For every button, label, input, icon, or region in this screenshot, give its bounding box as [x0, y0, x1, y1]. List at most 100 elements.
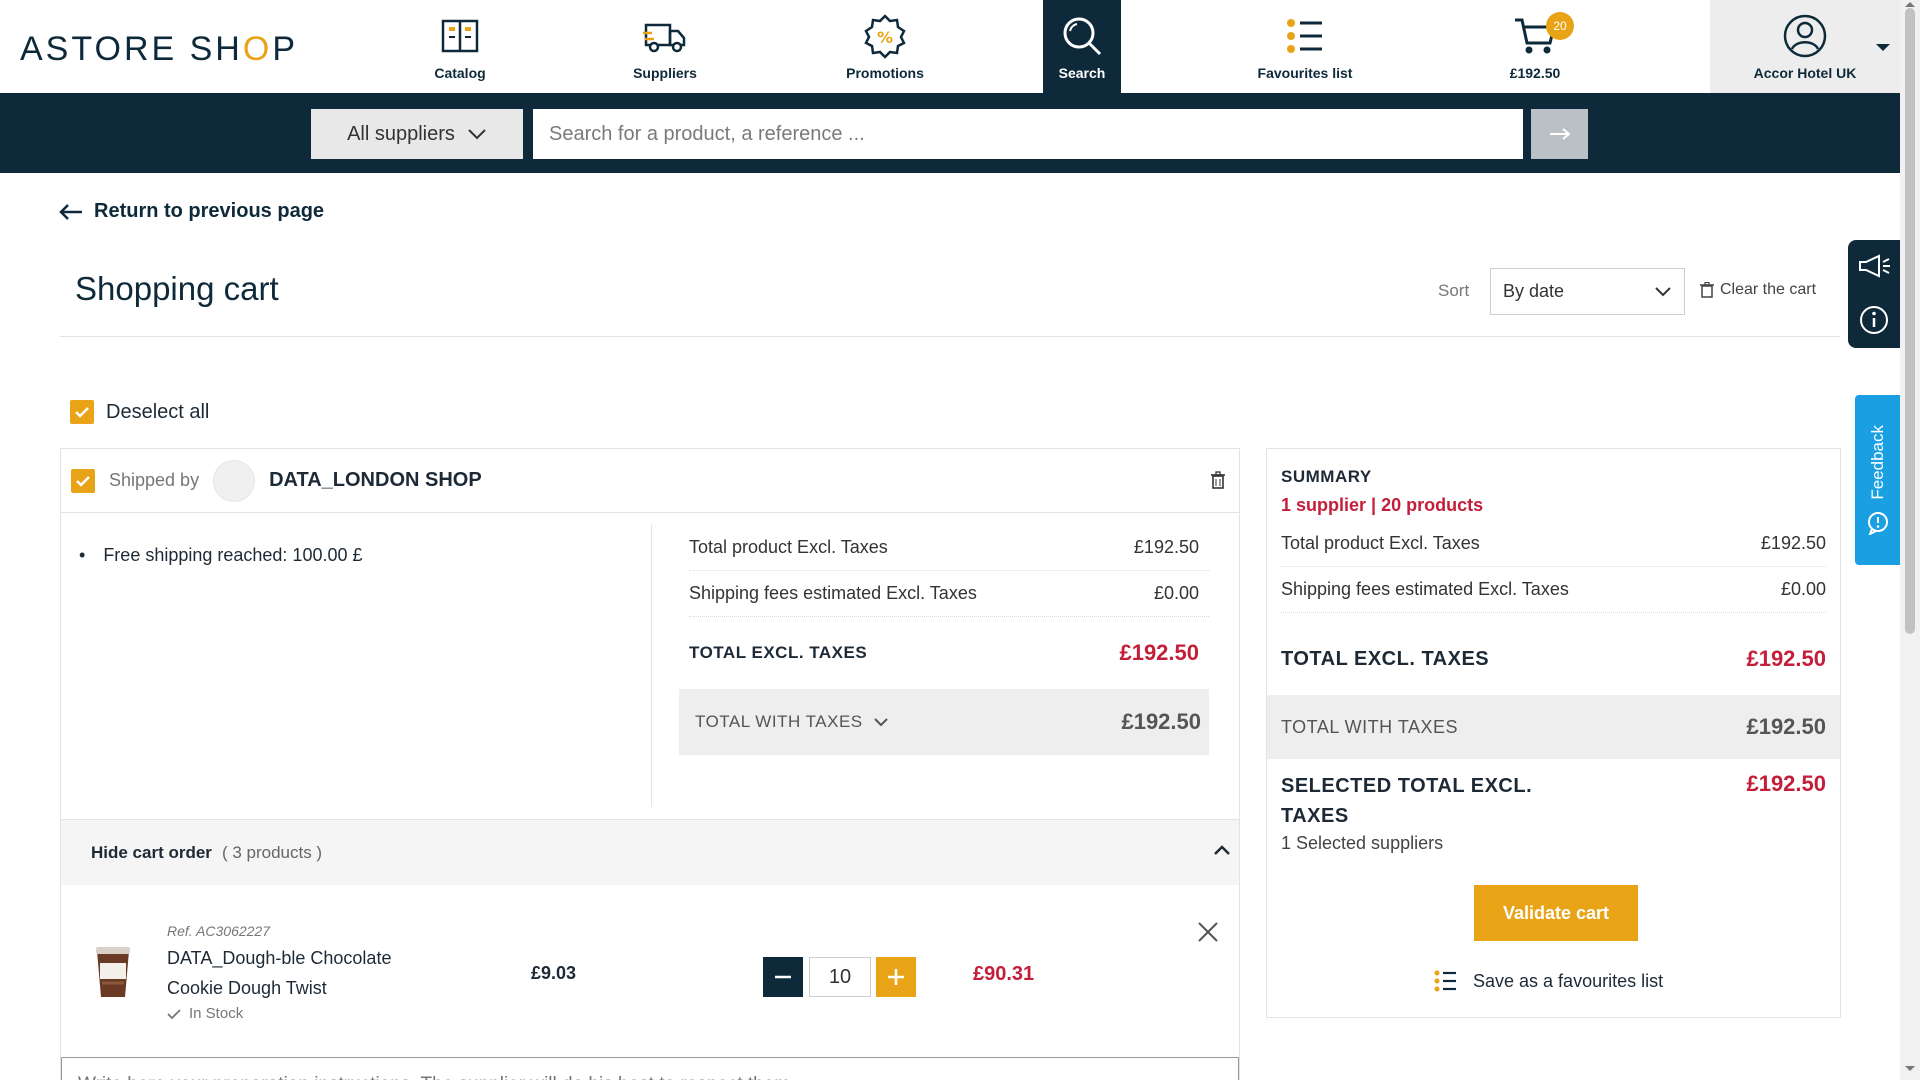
side-widget-panel [1848, 240, 1900, 348]
return-link[interactable]: Return to previous page [58, 200, 324, 223]
product-image[interactable] [93, 945, 133, 1001]
nav-catalog[interactable]: Catalog [405, 0, 515, 93]
chevron-down-icon [873, 718, 888, 727]
account-name: Accor Hotel UK [1753, 64, 1857, 81]
nav-promotions-label: Promotions [846, 64, 924, 81]
arrow-left-icon [59, 203, 82, 220]
supplier-totals: Total product Excl. Taxes £192.50 Shippi… [679, 525, 1209, 755]
supplier-filter-value: All suppliers [347, 122, 455, 145]
supplier-header: Shipped by DATA_LONDON SHOP [61, 449, 1239, 513]
chevron-up-icon [1214, 845, 1230, 855]
nav-favourites[interactable]: Favourites list [1245, 0, 1365, 93]
nav-catalog-label: Catalog [434, 64, 486, 81]
search-submit-button[interactable] [1531, 109, 1588, 159]
hide-cart-order-toggle[interactable]: Hide cart order ( 3 products ) [61, 819, 1239, 885]
value: £192.50 [1746, 646, 1826, 671]
label: Total product Excl. Taxes [1281, 533, 1480, 553]
sort-value: By date [1503, 281, 1565, 301]
cart-amount: £192.50 [1509, 64, 1561, 81]
save-as-favourites-button[interactable]: Save as a favourites list [1433, 969, 1663, 993]
arrow-right-icon [1549, 128, 1571, 140]
checkmark-icon [75, 407, 89, 418]
quantity-input[interactable] [809, 957, 871, 997]
supplier-total-product-row: Total product Excl. Taxes £192.50 [689, 525, 1209, 571]
top-navigation-bar: ASTORE SHOP Catalog Suppliers % Promotio… [0, 0, 1900, 93]
favourites-list-icon [1287, 18, 1322, 53]
validate-cart-button[interactable]: Validate cart [1474, 885, 1638, 941]
summary-title: SUMMARY [1281, 467, 1372, 486]
checkbox-checked[interactable] [70, 400, 94, 424]
nav-search-label: Search [1058, 64, 1106, 81]
summary-subtitle: 1 supplier | 20 products [1281, 495, 1484, 515]
supplier-cart-section: Shipped by DATA_LONDON SHOP • Free shipp… [60, 448, 1240, 1080]
feedback-tab[interactable]: Feedback [1855, 395, 1900, 565]
product-name[interactable]: DATA_Dough-ble Chocolate Cookie Dough Tw… [167, 943, 447, 1003]
scrollbar-thumb[interactable] [1905, 8, 1915, 634]
order-summary-panel: SUMMARY 1 supplier | 20 products Total p… [1266, 448, 1841, 1018]
decrease-quantity-button[interactable] [763, 957, 803, 997]
label: Total product Excl. Taxes [689, 537, 888, 557]
page-title: Shopping cart [75, 270, 279, 307]
return-label: Return to previous page [94, 200, 325, 222]
free-shipping-text: Free shipping reached: 100.00 £ [103, 545, 363, 565]
deselect-all-label: Deselect all [106, 400, 210, 423]
label: SELECTED TOTAL EXCL. TAXES [1281, 775, 1533, 827]
nav-cart[interactable]: 20 £192.50 [1490, 0, 1580, 93]
plus-icon [888, 969, 904, 985]
scroll-down-arrow-icon[interactable] [1905, 1066, 1915, 1071]
value: £0.00 [1780, 579, 1826, 599]
label: TOTAL WITH TAXES [695, 712, 863, 731]
info-icon[interactable] [1859, 305, 1889, 335]
megaphone-icon[interactable] [1857, 253, 1891, 278]
caret-down-icon [1876, 44, 1890, 51]
value: £192.50 [1133, 537, 1199, 557]
supplier-filter-dropdown[interactable]: All suppliers [311, 109, 523, 159]
stock-label: In Stock [189, 1005, 244, 1022]
supplier-total-with-taxes-toggle[interactable]: TOTAL WITH TAXES £192.50 [679, 689, 1209, 755]
summary-shipping-row: Shipping fees estimated Excl. Taxes £0.0… [1281, 567, 1826, 613]
label: TOTAL WITH TAXES [1281, 716, 1459, 737]
scroll-up-arrow-icon[interactable] [1905, 2, 1915, 7]
label: TOTAL EXCL. TAXES [1281, 647, 1490, 670]
checkmark-icon [167, 1008, 181, 1019]
save-fav-label: Save as a favourites list [1473, 970, 1664, 991]
clear-cart-button[interactable]: Clear the cart [1700, 281, 1816, 299]
favourites-list-icon [1434, 970, 1456, 992]
search-band: All suppliers [0, 93, 1900, 173]
account-menu[interactable]: Accor Hotel UK [1710, 0, 1900, 93]
sort-label: Sort [1438, 281, 1470, 300]
selected-suppliers-count: 1 Selected suppliers [1281, 833, 1444, 853]
shipped-by-label: Shipped by [109, 470, 200, 490]
trash-icon [1700, 282, 1714, 298]
supplier-shipping-row: Shipping fees estimated Excl. Taxes £0.0… [689, 571, 1209, 617]
catalog-icon [441, 19, 479, 52]
divider [651, 525, 652, 807]
summary-total-product-row: Total product Excl. Taxes £192.50 [1281, 521, 1826, 567]
value: £192.50 [1746, 714, 1826, 739]
chevron-down-icon [468, 129, 486, 140]
deselect-all-toggle[interactable]: Deselect all [70, 400, 209, 424]
user-avatar-icon [1783, 14, 1827, 57]
supplier-checkbox[interactable] [71, 468, 95, 493]
hide-order-label: Hide cart order [91, 842, 212, 862]
close-icon[interactable] [1197, 921, 1219, 943]
increase-quantity-button[interactable] [876, 957, 916, 997]
product-count: ( 3 products ) [221, 842, 323, 862]
preparation-instructions-field[interactable] [61, 1057, 1239, 1080]
value: £192.50 [1760, 533, 1826, 553]
free-shipping-notice: • Free shipping reached: 100.00 £ [79, 545, 363, 566]
value: £192.50 [1121, 709, 1201, 734]
clear-cart-label: Clear the cart [1720, 281, 1817, 298]
store-logo[interactable]: ASTORE SHOP [20, 30, 298, 69]
line-total: £90.31 [973, 963, 1035, 985]
search-input[interactable] [533, 109, 1523, 159]
nav-promotions[interactable]: % Promotions [815, 0, 955, 93]
value: £0.00 [1153, 583, 1199, 603]
nav-search[interactable]: Search [1043, 0, 1121, 93]
trash-icon[interactable] [1211, 471, 1225, 489]
truck-icon [643, 23, 686, 52]
sort-dropdown[interactable]: By date [1490, 268, 1685, 315]
summary-rows: Total product Excl. Taxes £192.50 Shippi… [1281, 521, 1826, 613]
minus-icon [775, 975, 791, 979]
nav-suppliers[interactable]: Suppliers [600, 0, 730, 93]
